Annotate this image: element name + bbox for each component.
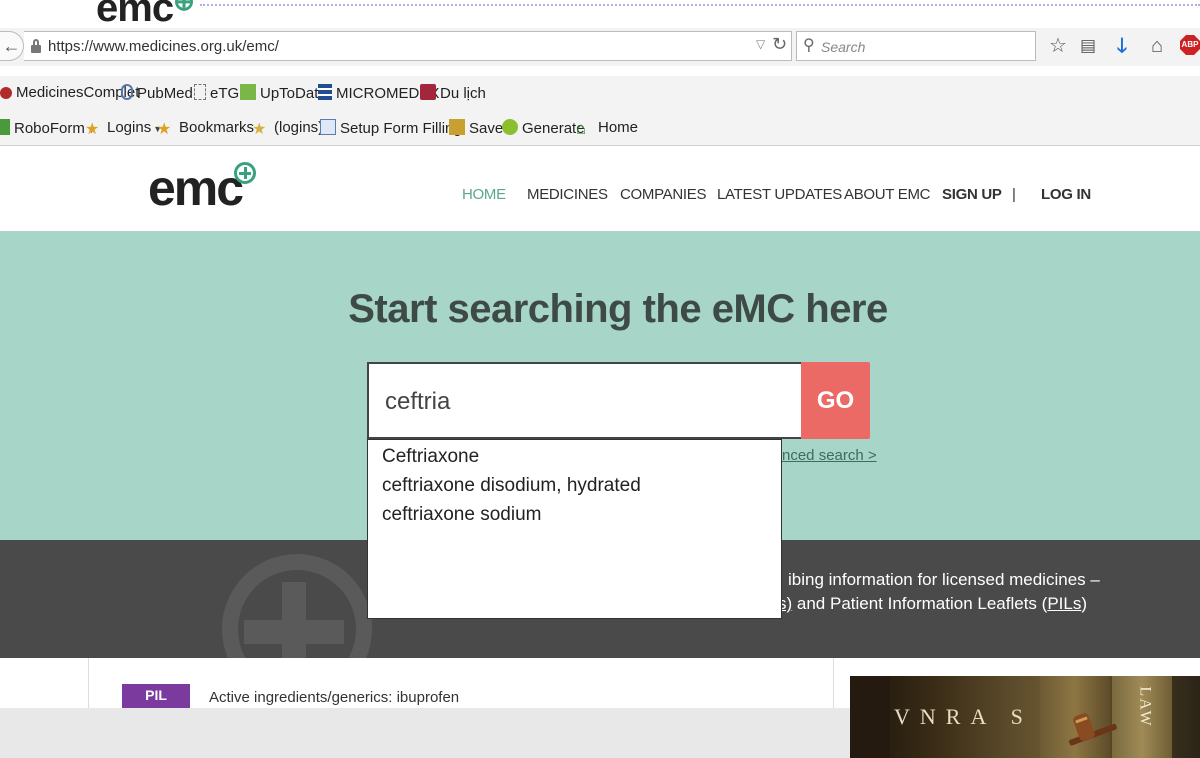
- folder-icon: [420, 84, 436, 100]
- emc-logo[interactable]: emc: [148, 159, 244, 217]
- plus-circle-icon: [234, 162, 256, 184]
- generate-button[interactable]: Generate: [502, 119, 585, 137]
- roboform-icon: [0, 119, 10, 135]
- adblock-plus-icon[interactable]: ABP: [1180, 35, 1200, 55]
- active-ingredients-text: Active ingredients/generics: ibuprofen: [209, 689, 460, 706]
- advanced-search-link[interactable]: nced search >: [782, 447, 877, 464]
- cropped-logo: emc⊕: [96, 0, 195, 28]
- law-word: LAW: [1136, 686, 1154, 728]
- back-arrow-icon: ←: [2, 36, 21, 56]
- bookmark-medicinescomplete[interactable]: MedicinesComplet: [0, 84, 139, 101]
- gavel-icon: [1068, 713, 1117, 746]
- law-books-image: VNRA S LAW: [850, 676, 1200, 758]
- roboform-menu[interactable]: RoboForm ▼: [0, 119, 96, 137]
- nav-about-emc[interactable]: ABOUT EMC: [844, 186, 931, 203]
- medicinescomplete-icon: [0, 87, 12, 99]
- micromedex-icon: [318, 84, 332, 100]
- generate-icon: [502, 119, 518, 135]
- uptodate-icon: [240, 84, 256, 100]
- roboform-toolbar: RoboForm ▼ ★ Logins ▼ ★ Bookmarks ▼ ★ (logins)…: [0, 111, 1200, 146]
- reading-list-icon[interactable]: ▤: [1076, 34, 1100, 58]
- book-spine: [850, 676, 890, 758]
- cropped-page-strip: emc⊕: [0, 0, 1200, 28]
- lock-icon: [31, 39, 41, 53]
- law-image-lettering: VNRA S: [894, 704, 1033, 729]
- home-bookmark[interactable]: ⌂ Home: [576, 119, 638, 138]
- pils-link[interactable]: PILs: [1047, 594, 1081, 613]
- autocomplete-item-ceftriaxone-disodium[interactable]: ceftriaxone disodium, hydrated: [368, 471, 781, 500]
- logins-icon: ★: [85, 121, 100, 138]
- setup-form-filling-button[interactable]: Setup Form Filling: [320, 119, 462, 137]
- bookmarks-icon: ★: [157, 121, 172, 138]
- search-placeholder: Search: [821, 39, 866, 55]
- logins-menu[interactable]: ★ Logins ▼: [85, 119, 162, 138]
- nav-medicines[interactable]: MEDICINES: [527, 186, 608, 203]
- medicine-card[interactable]: PIL Active ingredients/generics: ibuprof…: [88, 658, 834, 708]
- nav-companies[interactable]: COMPANIES: [620, 186, 707, 203]
- back-button[interactable]: ←: [0, 31, 24, 61]
- pubmed-icon: [121, 84, 133, 100]
- medicine-search-input[interactable]: ceftria: [367, 362, 801, 439]
- logins-star-icon: ★: [252, 121, 267, 138]
- browser-toolbar: ← https://www.medicines.org.uk/emc/ ▽ ↻ …: [0, 28, 1200, 66]
- background-plus-icon: [222, 554, 372, 658]
- log-in-link[interactable]: LOG IN: [1041, 186, 1091, 203]
- autocomplete-item-ceftriaxone[interactable]: Ceftriaxone: [368, 442, 781, 471]
- bookmark-etg[interactable]: eTG: [194, 84, 239, 102]
- save-icon: [449, 119, 465, 135]
- nav-latest-updates[interactable]: LATEST UPDATES: [717, 186, 842, 203]
- search-input-value: ceftria: [385, 388, 451, 415]
- sign-up-link[interactable]: SIGN UP: [942, 186, 1002, 203]
- autocomplete-item-ceftriaxone-sodium[interactable]: ceftriaxone sodium: [368, 500, 781, 529]
- form-fill-icon: [320, 119, 336, 135]
- home-icon[interactable]: ⌂: [1145, 34, 1169, 58]
- bookmarks-menu[interactable]: ★ Bookmarks ▼: [157, 119, 265, 138]
- bookmark-du-lich[interactable]: Du lịch: [420, 84, 486, 102]
- bookmarks-toolbar: MedicinesComplet PubMed eTG UpToDate MIC…: [0, 76, 1200, 111]
- info-text-line2: s) and Patient Information Leaflets (PIL…: [778, 594, 1088, 613]
- download-icon[interactable]: 🡓: [1110, 34, 1134, 58]
- cropped-nav-remnant: [200, 4, 1200, 10]
- url-text: https://www.medicines.org.uk/emc/: [48, 38, 279, 55]
- logins-shortcut[interactable]: ★ (logins): [252, 119, 323, 138]
- nav-home[interactable]: HOME: [462, 186, 506, 203]
- pil-badge: PIL: [122, 684, 190, 708]
- bookmark-star-icon[interactable]: ☆: [1046, 34, 1070, 58]
- browser-search-input[interactable]: ⚲ Search: [796, 31, 1036, 61]
- bookmark-pubmed[interactable]: PubMed: [121, 84, 193, 102]
- search-icon: ⚲: [803, 37, 815, 54]
- nav-separator: |: [1012, 186, 1016, 203]
- bookmark-uptodate[interactable]: UpToDate: [240, 84, 327, 102]
- reload-icon[interactable]: ↻: [772, 34, 787, 55]
- save-button[interactable]: Save: [449, 119, 503, 137]
- url-bar[interactable]: https://www.medicines.org.uk/emc/ ▽ ↻: [24, 31, 792, 61]
- autocomplete-dropdown: Ceftriaxone ceftriaxone disodium, hydrat…: [367, 439, 782, 619]
- info-text-line1: ibing information for licensed medicines…: [788, 570, 1100, 589]
- url-dropdown-icon[interactable]: ▽: [756, 37, 765, 51]
- hero-title: Start searching the eMC here: [348, 287, 888, 331]
- site-header: emc HOME MEDICINES COMPANIES LATEST UPDA…: [0, 147, 1200, 231]
- go-button[interactable]: GO: [801, 362, 870, 439]
- etg-icon: [194, 84, 206, 100]
- home-icon: ⌂: [576, 119, 587, 138]
